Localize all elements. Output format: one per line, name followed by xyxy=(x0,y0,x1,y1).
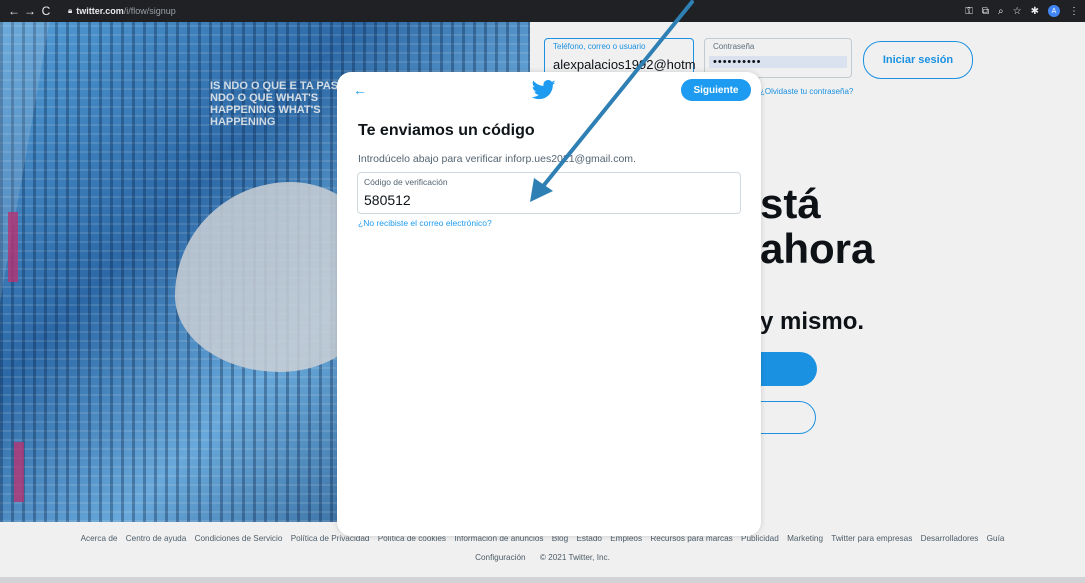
verification-modal: ← Siguiente Te enviamos un código Introd… xyxy=(337,72,761,536)
forward-arrow-icon[interactable]: → xyxy=(22,4,38,18)
resend-email-link[interactable]: ¿No recibiste el correo electrónico? xyxy=(358,218,492,228)
star-icon[interactable]: ☆ xyxy=(1013,6,1022,17)
next-button[interactable]: Siguiente xyxy=(681,79,751,101)
profile-avatar[interactable]: A xyxy=(1048,5,1060,17)
back-arrow-icon[interactable]: ← xyxy=(6,4,22,18)
verification-code-field[interactable]: Código de verificación 580512 xyxy=(357,172,741,214)
url-path: /i/flow/signup xyxy=(123,6,176,16)
back-arrow-icon[interactable]: ← xyxy=(353,82,367,98)
url-host: twitter.com xyxy=(76,6,124,16)
browser-actions: ⚿ ⧉ ⌕ ☆ ✱ A ⋮ xyxy=(965,0,1079,22)
modal-title: Te enviamos un código xyxy=(358,122,535,139)
modal-description: Introdúcelo abajo para verificar inforp.… xyxy=(358,153,636,165)
browser-toolbar: ← → C 🔒︎ twitter.com/i/flow/signup ⚿ ⧉ ⌕… xyxy=(0,0,1085,22)
twitter-logo-icon xyxy=(532,80,556,100)
verification-code-label: Código de verificación xyxy=(364,177,448,187)
install-icon[interactable]: ⧉ xyxy=(982,6,989,17)
key-icon[interactable]: ⚿ xyxy=(965,6,973,17)
extensions-icon[interactable]: ✱ xyxy=(1031,6,1039,17)
menu-icon[interactable]: ⋮ xyxy=(1069,6,1079,17)
address-bar[interactable]: twitter.com/i/flow/signup xyxy=(76,6,176,16)
verification-code-input[interactable]: 580512 xyxy=(364,192,411,208)
reload-icon[interactable]: C xyxy=(38,4,54,18)
lock-icon[interactable]: 🔒︎ xyxy=(68,6,72,16)
zoom-icon[interactable]: ⌕ xyxy=(998,6,1004,17)
